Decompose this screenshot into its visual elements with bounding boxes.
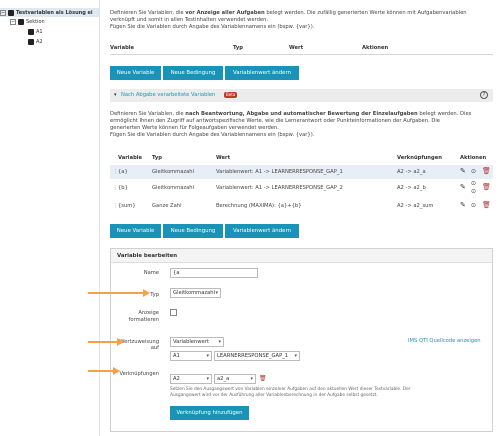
cell-link: A2 -> a2_sum xyxy=(397,203,434,209)
cell-link: A2 -> a2_b xyxy=(397,185,426,191)
name-input[interactable]: {a xyxy=(170,268,258,278)
change-value-button[interactable]: Variablenwert ändern xyxy=(225,224,299,238)
divider xyxy=(110,54,493,55)
delete-icon[interactable]: 🗑 xyxy=(482,184,491,191)
cell-typ: Gleitkommazahl xyxy=(152,185,195,191)
test-icon xyxy=(8,9,14,16)
cell-link: A2 -> a2_a xyxy=(397,169,426,175)
edit-icon[interactable]: ✎ xyxy=(460,202,466,209)
links-help-text: Setzen Sie den Ausgangswert von Variable… xyxy=(170,387,411,398)
col-header-aktionen: Aktionen xyxy=(362,45,389,51)
section-text: Definieren Sie Variablen, die nach Beant… xyxy=(110,111,472,138)
beta-badge: Beta xyxy=(224,92,238,98)
new-condition-button[interactable]: Neue Bedingung xyxy=(163,224,223,238)
edit-icon[interactable]: ✎ xyxy=(460,184,466,191)
section-icon xyxy=(18,18,24,25)
value-var-select[interactable]: LEARNERRESPONSE_GAP_1 xyxy=(214,351,300,361)
annotation-arrow-head xyxy=(117,338,124,346)
cell-variable: {b} xyxy=(118,185,128,191)
value-type-select[interactable]: Variablenwert xyxy=(170,337,224,347)
col-header-wert: Wert xyxy=(289,45,304,51)
sidebar-item-test[interactable]: − Testvariablen als Lösung ei xyxy=(0,8,99,17)
annotation-arrow xyxy=(88,370,114,372)
add-link-button[interactable]: Verknüpfung hinzufügen xyxy=(170,406,249,420)
delete-link-icon[interactable]: 🗑 xyxy=(259,375,267,382)
cell-typ: Gleitkommazahl xyxy=(152,169,195,175)
col-header-links: Verknüpfungen xyxy=(397,155,442,161)
col-header-typ: Typ xyxy=(233,45,244,51)
col-header-aktionen: Aktionen xyxy=(460,155,487,161)
sidebar-item-a2[interactable]: A2 xyxy=(28,37,43,46)
intro-text: Definieren Sie Variablen, die vor Anzeig… xyxy=(110,10,467,30)
cell-variable: {a} xyxy=(118,169,128,175)
sidebar-item-section[interactable]: − Sektion xyxy=(10,17,45,26)
change-value-button[interactable]: Variablenwert ändern xyxy=(225,66,299,80)
sidebar-item-label: Sektion xyxy=(26,18,45,25)
down-icon[interactable]: ⊙ xyxy=(471,188,476,195)
annotation-arrow-head xyxy=(113,367,120,375)
value-item-select[interactable]: A1 xyxy=(170,351,212,361)
new-variable-button[interactable]: Neue Variable xyxy=(110,66,161,80)
sidebar-item-label: A1 xyxy=(36,28,43,35)
sidebar-item-a1[interactable]: A1 xyxy=(28,27,43,36)
help-circle-icon[interactable]: ? xyxy=(480,91,488,99)
col-header-variable: Variable xyxy=(110,45,135,51)
panel-title: Variable bearbeiten xyxy=(117,253,178,259)
section-title[interactable]: Nach Abgabe verarbeitete Variablen xyxy=(121,92,215,98)
col-header-wert: Wert xyxy=(216,155,231,161)
delete-icon[interactable]: 🗑 xyxy=(482,202,491,209)
collapse-icon[interactable]: − xyxy=(0,9,6,16)
name-label: Name xyxy=(143,270,159,276)
delete-icon[interactable]: 🗑 xyxy=(482,168,491,175)
annotation-arrow xyxy=(88,292,144,294)
typ-select[interactable]: Gleitkommazahl xyxy=(170,288,221,298)
col-header-typ: Typ xyxy=(152,155,163,161)
new-condition-button[interactable]: Neue Bedingung xyxy=(163,66,223,80)
sidebar-item-label: A2 xyxy=(36,38,43,45)
new-variable-button[interactable]: Neue Variable xyxy=(110,224,161,238)
copy-icon[interactable]: ⊙ xyxy=(471,168,476,175)
panel-header: Variable bearbeiten xyxy=(111,249,492,263)
annotation-arrow xyxy=(88,341,118,343)
cell-wert: Berechnung (MAXIMA): {a}+{b} xyxy=(216,203,302,209)
qti-source-link[interactable]: IMS QTI Quellcode anzeigen xyxy=(408,338,481,344)
copy-icon[interactable]: ⊙ xyxy=(471,202,476,209)
edit-icon[interactable]: ✎ xyxy=(460,168,466,175)
up-icon[interactable]: ⊙ xyxy=(471,180,476,187)
link-var-select[interactable]: a2_a xyxy=(214,374,256,384)
cell-variable: {sum} xyxy=(118,203,136,209)
item-icon xyxy=(28,28,34,35)
annotation-arrow-head xyxy=(143,289,150,297)
chevron-down-icon[interactable]: ▾ xyxy=(114,92,117,98)
item-icon xyxy=(28,38,34,45)
col-header-variable: Variable xyxy=(118,155,143,161)
sidebar-item-label: Testvariablen als Lösung ei xyxy=(16,9,93,16)
section-header[interactable]: ▾ Nach Abgabe verarbeitete Variablen Bet… xyxy=(110,89,493,102)
link-item-select[interactable]: A2 xyxy=(170,374,212,384)
collapse-icon[interactable]: − xyxy=(10,18,16,25)
format-checkbox[interactable] xyxy=(170,309,177,316)
cell-wert: Variablenwert: A1 -> LEARNERRESPONSE_GAP… xyxy=(216,169,343,175)
cell-wert: Variablenwert: A1 -> LEARNERRESPONSE_GAP… xyxy=(216,185,343,191)
edit-variable-panel: Variable bearbeiten Name {a Typ Gleitkom… xyxy=(110,248,493,432)
cell-typ: Ganze Zahl xyxy=(152,203,182,209)
formatted-label: Anzeige formatieren xyxy=(128,310,159,323)
